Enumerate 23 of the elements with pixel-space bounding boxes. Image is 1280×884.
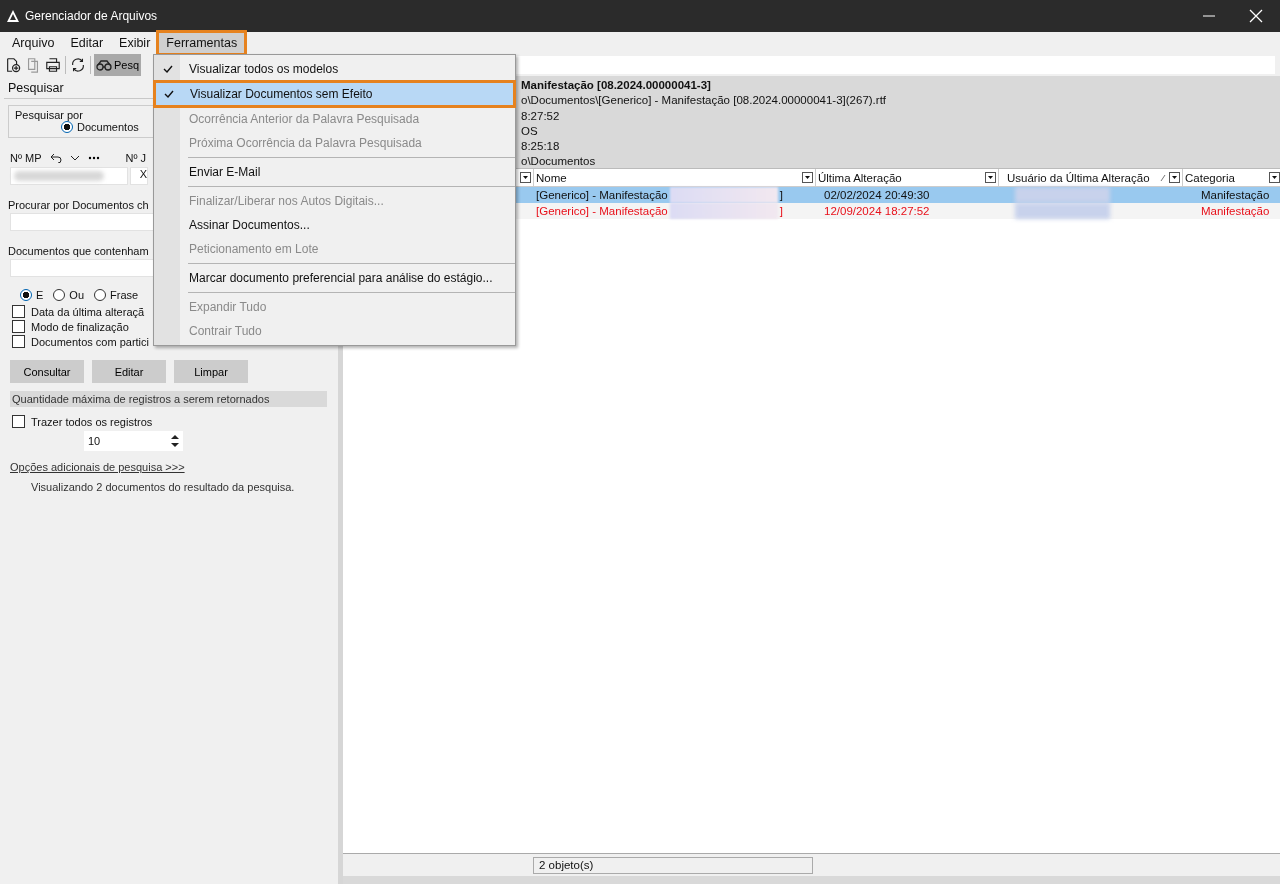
field-label: Procurar por Documentos ch [8, 199, 149, 211]
section-header: Quantidade máxima de registros a serem retornados [10, 391, 327, 407]
detail-text: Manifestação [08.2024.00000041-3] [521, 79, 712, 93]
table-cell-text: 12/09/2024 18:27:52 [823, 205, 931, 217]
field-label: Documentos que contenham [8, 245, 149, 257]
window-title: Gerenciador de Arquivos [25, 9, 158, 23]
detail-text: o\Documentos\[Generico] - Manifestação [08.2024.00000041-3](267).rtf [521, 94, 888, 109]
table-cell-text: 02/02/2024 20:49:30 [823, 189, 931, 201]
field-label: Nº MP [10, 152, 42, 164]
table-cell: ] [779, 189, 783, 201]
detail-text: 8:27:52 [521, 109, 561, 124]
result-summary: Visualizando 2 documentos do resultado da pesquisa. [31, 481, 295, 493]
field-label: Nº J [125, 152, 147, 164]
group-label: Pesquisar por [15, 109, 84, 121]
detail-text: o\Documentos [521, 155, 597, 170]
table-cell: [Generico] - Manifestação [536, 189, 668, 201]
detail-text: OS [521, 124, 539, 139]
table-cell-text: Manifestação [1200, 189, 1271, 201]
status-text: 2 objeto(s) [533, 856, 813, 874]
table-cell: [Generico] - Manifestação [536, 205, 668, 217]
detail-text: 8:25:18 [521, 140, 561, 155]
table-cell: ] [779, 205, 783, 217]
table-cell-text: Manifestação [1200, 205, 1271, 217]
